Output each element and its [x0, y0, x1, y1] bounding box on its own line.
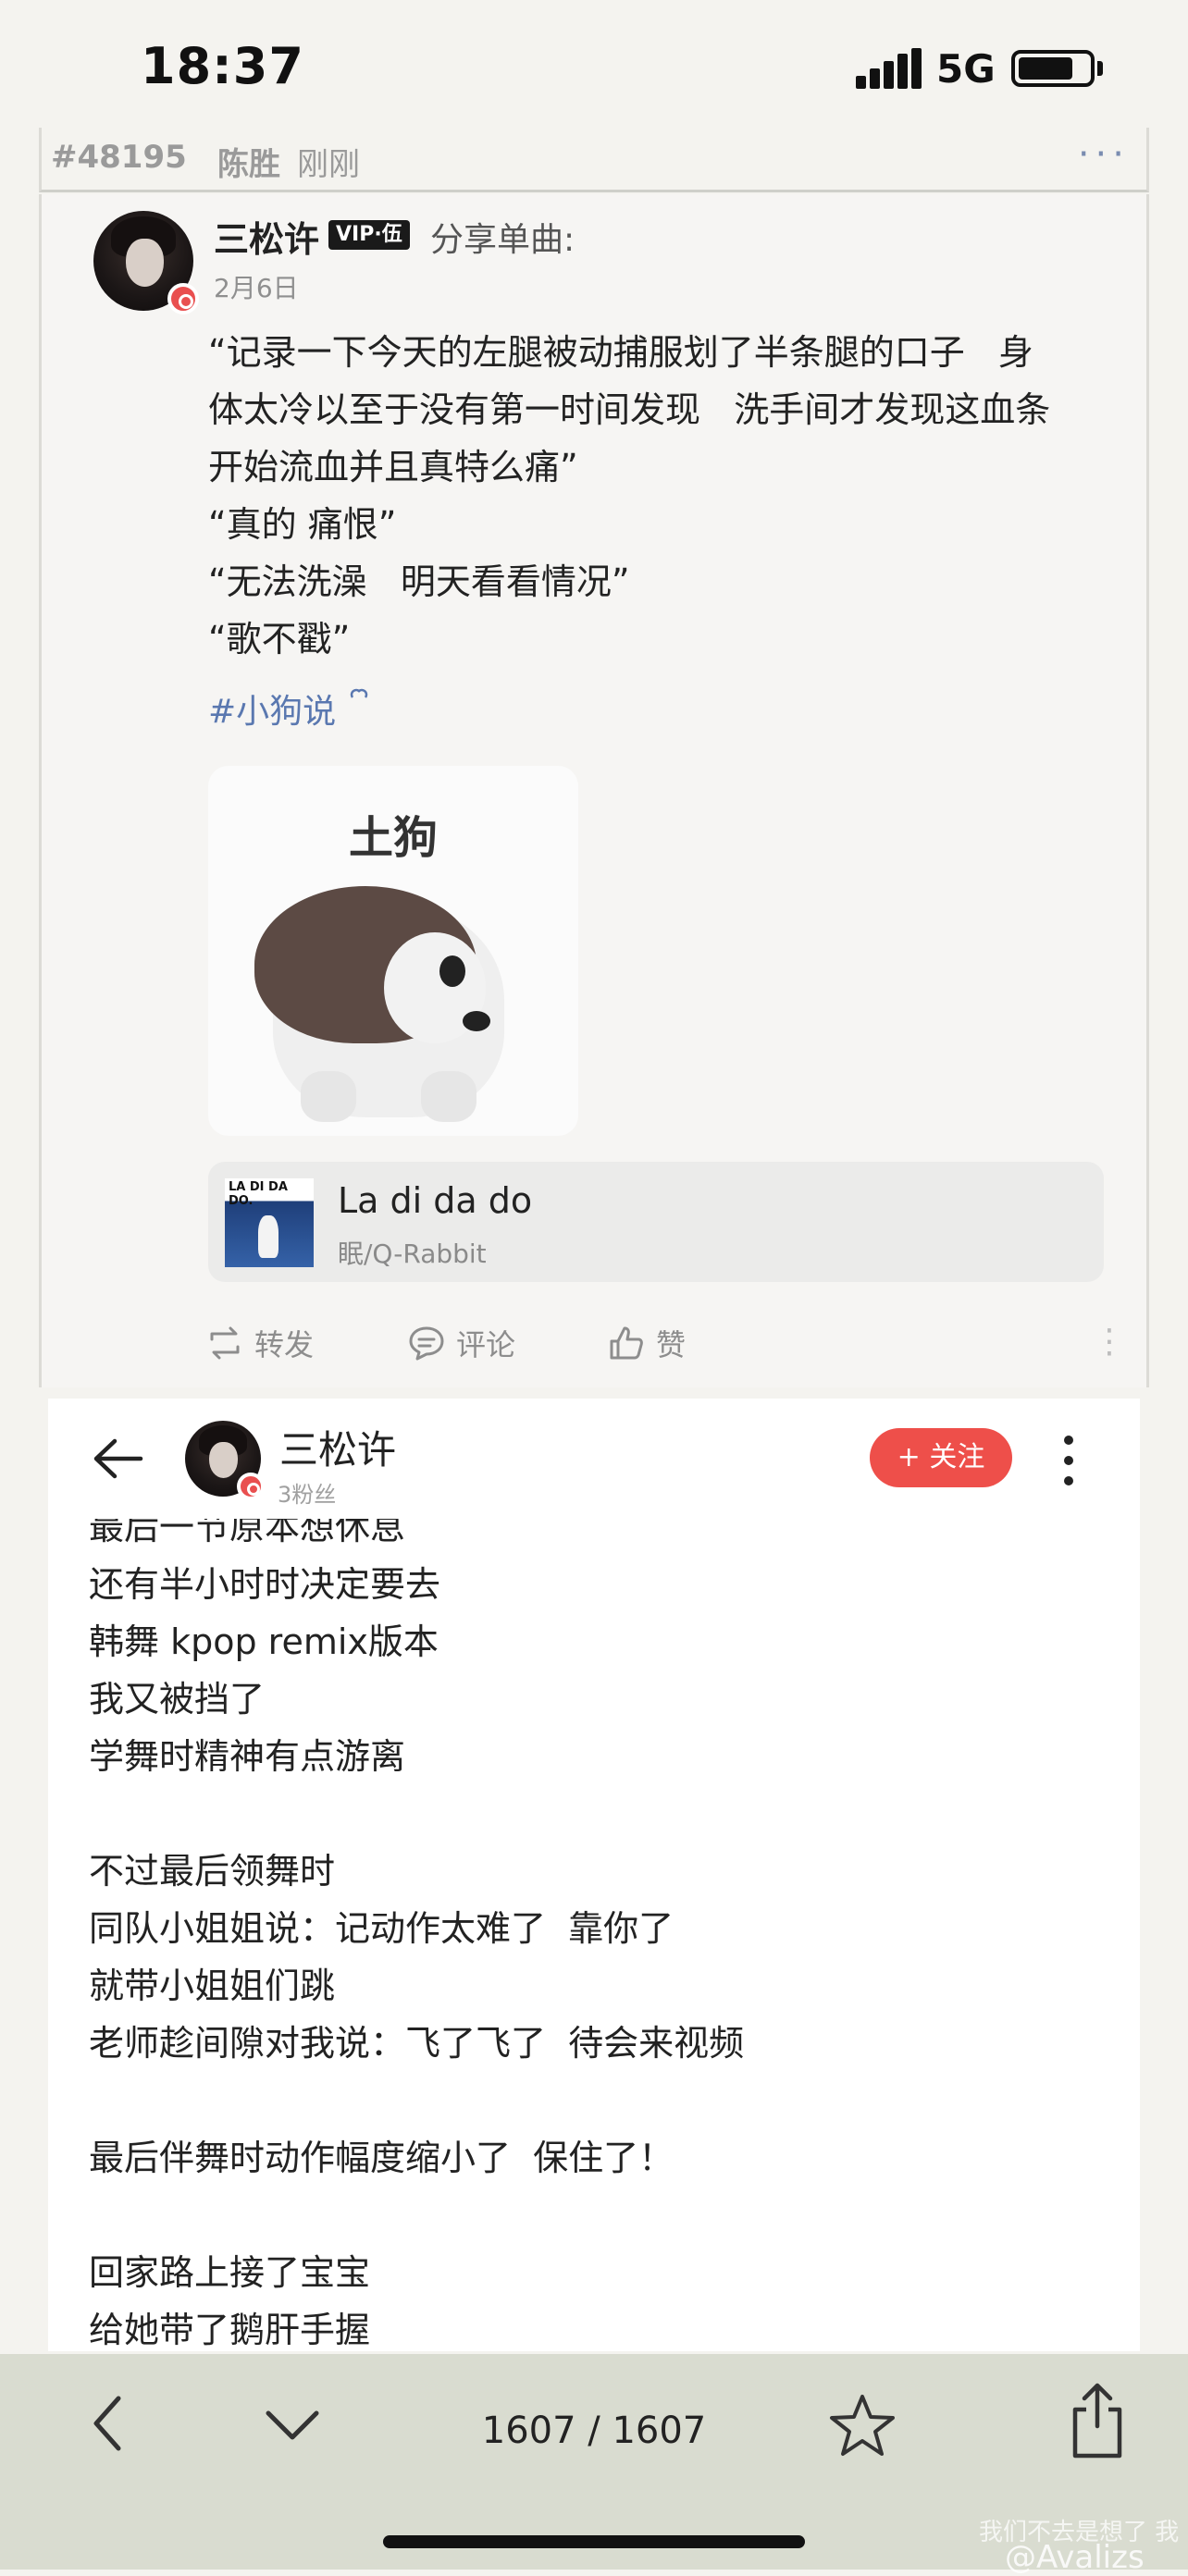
- dog-eye: [439, 955, 465, 987]
- like-label: 赞: [656, 1327, 687, 1362]
- repost-button[interactable]: 转发: [204, 1315, 314, 1371]
- post-line: 老师趁间隙对我说：飞了飞了 待会来视频: [89, 2023, 745, 2064]
- bottom-toolbar: 1607 / 1607 我们不去是想了 我 @Avalizs: [0, 2354, 1188, 2576]
- battery-cap: [1097, 61, 1103, 76]
- album-art-text: LA DI DA DO.: [229, 1180, 288, 1208]
- sticker-image[interactable]: 土狗: [208, 766, 578, 1136]
- back-arrow-icon[interactable]: [89, 1436, 144, 1482]
- verified-badge-icon: [237, 1473, 265, 1500]
- post-line: 给她带了鹅肝手握: [89, 2310, 371, 2350]
- comment-button[interactable]: 评论: [406, 1315, 515, 1371]
- more-vertical-icon[interactable]: [1064, 1436, 1075, 1487]
- profile-post-body: 最后一节原本想休息 还有半小时时决定要去 韩舞 kpop remix版本 我又被…: [89, 1498, 1107, 2351]
- star-icon[interactable]: [827, 2391, 897, 2461]
- poster-name[interactable]: 陈胜: [217, 139, 280, 184]
- music-card[interactable]: LA DI DA DO. La di da do 眠/Q-Rabbit: [208, 1162, 1104, 1282]
- post-line: 开始流血并且真特么痛”: [208, 447, 578, 487]
- more-vertical-icon[interactable]: ⋮: [1093, 1323, 1126, 1361]
- share-label: 分享单曲:: [430, 221, 575, 259]
- battery-icon: [1011, 50, 1095, 87]
- home-indicator[interactable]: [383, 2535, 805, 2548]
- post-line: 就带小姐姐们跳: [89, 1966, 336, 2006]
- topic-link[interactable]: #小狗说: [208, 684, 369, 733]
- album-art: LA DI DA DO.: [225, 1178, 314, 1267]
- post-line: 回家路上接了宝宝: [89, 2252, 371, 2293]
- topic-link-icon: [350, 688, 367, 698]
- post-line: “真的 痛恨”: [208, 504, 397, 545]
- post-time: 刚刚: [297, 146, 360, 183]
- comment-icon: [409, 1326, 444, 1361]
- comment-label: 评论: [456, 1327, 516, 1362]
- post-line: 韩舞 kpop remix版本: [89, 1621, 439, 1662]
- forum-post-header: #48195 陈胜 刚刚 ···: [39, 128, 1149, 192]
- repost-label: 转发: [254, 1327, 315, 1362]
- post-actions: 转发 评论 赞 ⋮: [42, 1315, 1152, 1371]
- follow-button[interactable]: + 关注: [870, 1428, 1012, 1487]
- share-icon[interactable]: [1068, 2378, 1127, 2463]
- profile-nav-bar: 三松许 3粉丝 + 关注: [48, 1399, 1140, 1519]
- author-name[interactable]: 三松许: [279, 1419, 396, 1475]
- topic-label: #小狗说: [208, 693, 337, 731]
- dog-nose: [463, 1011, 490, 1031]
- author-name[interactable]: 三松许: [214, 211, 319, 262]
- post-line: “歌不戳”: [208, 619, 351, 659]
- post-line: [89, 1785, 1107, 1843]
- post-line: 体太冷以至于没有第一时间发现 洗手间才发现这血条: [208, 389, 1051, 430]
- signal-icon: [856, 48, 922, 89]
- status-time: 18:37: [141, 37, 304, 95]
- like-button[interactable]: 赞: [606, 1315, 686, 1371]
- post-line: [89, 2187, 1107, 2244]
- post-line: 学舞时精神有点游离: [89, 1736, 406, 1777]
- vip-badge: VIP·伍: [328, 220, 410, 250]
- post-line: “记录一下今天的左腿被动捕服划了半条腿的口子 身: [208, 332, 1033, 373]
- post-body: “记录一下今天的左腿被动捕服划了半条腿的口子 身 体太冷以至于没有第一时间发现 …: [208, 324, 1133, 668]
- post-line: “无法洗澡 明天看看情况”: [208, 561, 630, 602]
- status-bar: 18:37 5G: [0, 0, 1188, 129]
- album-art-figure: [258, 1215, 278, 1258]
- follower-count: 3粉丝: [278, 1482, 337, 1508]
- verified-badge-icon: [167, 283, 199, 314]
- song-artist: 眠/Q-Rabbit: [338, 1239, 487, 1269]
- page-counter: 1607 / 1607: [481, 2410, 707, 2452]
- watermark-handle: @Avalizs: [1005, 2539, 1145, 2576]
- thumbs-up-icon: [610, 1326, 643, 1360]
- dog-leg: [301, 1071, 356, 1122]
- sticker-caption: 土狗: [348, 812, 438, 864]
- post-line: [89, 2072, 1107, 2129]
- post-line: 不过最后领舞时: [89, 1851, 336, 1892]
- post-line: 最后伴舞时动作幅度缩小了 保住了！: [89, 2138, 674, 2178]
- post-date: 2月6日: [214, 273, 299, 303]
- post-number: #48195: [51, 139, 187, 176]
- more-options-button[interactable]: ···: [1078, 133, 1130, 176]
- weibo-post-card: 三松许 VIP·伍 分享单曲: 2月6日 “记录一下今天的左腿被动捕服划了半条腿…: [39, 194, 1149, 1387]
- post-line: 我又被挡了: [89, 1679, 266, 1719]
- profile-post-card: 三松许 3粉丝 + 关注 最后一节原本想休息 还有半小时时决定要去 韩舞 kpo…: [48, 1399, 1140, 2351]
- network-label: 5G: [936, 46, 996, 92]
- post-line: 还有半小时时决定要去: [89, 1564, 441, 1605]
- repost-icon: [210, 1326, 240, 1360]
- post-line: 同队小姐姐说：记动作太难了 靠你了: [89, 1908, 674, 1949]
- song-title: La di da do: [338, 1180, 533, 1221]
- dog-leg: [421, 1071, 476, 1122]
